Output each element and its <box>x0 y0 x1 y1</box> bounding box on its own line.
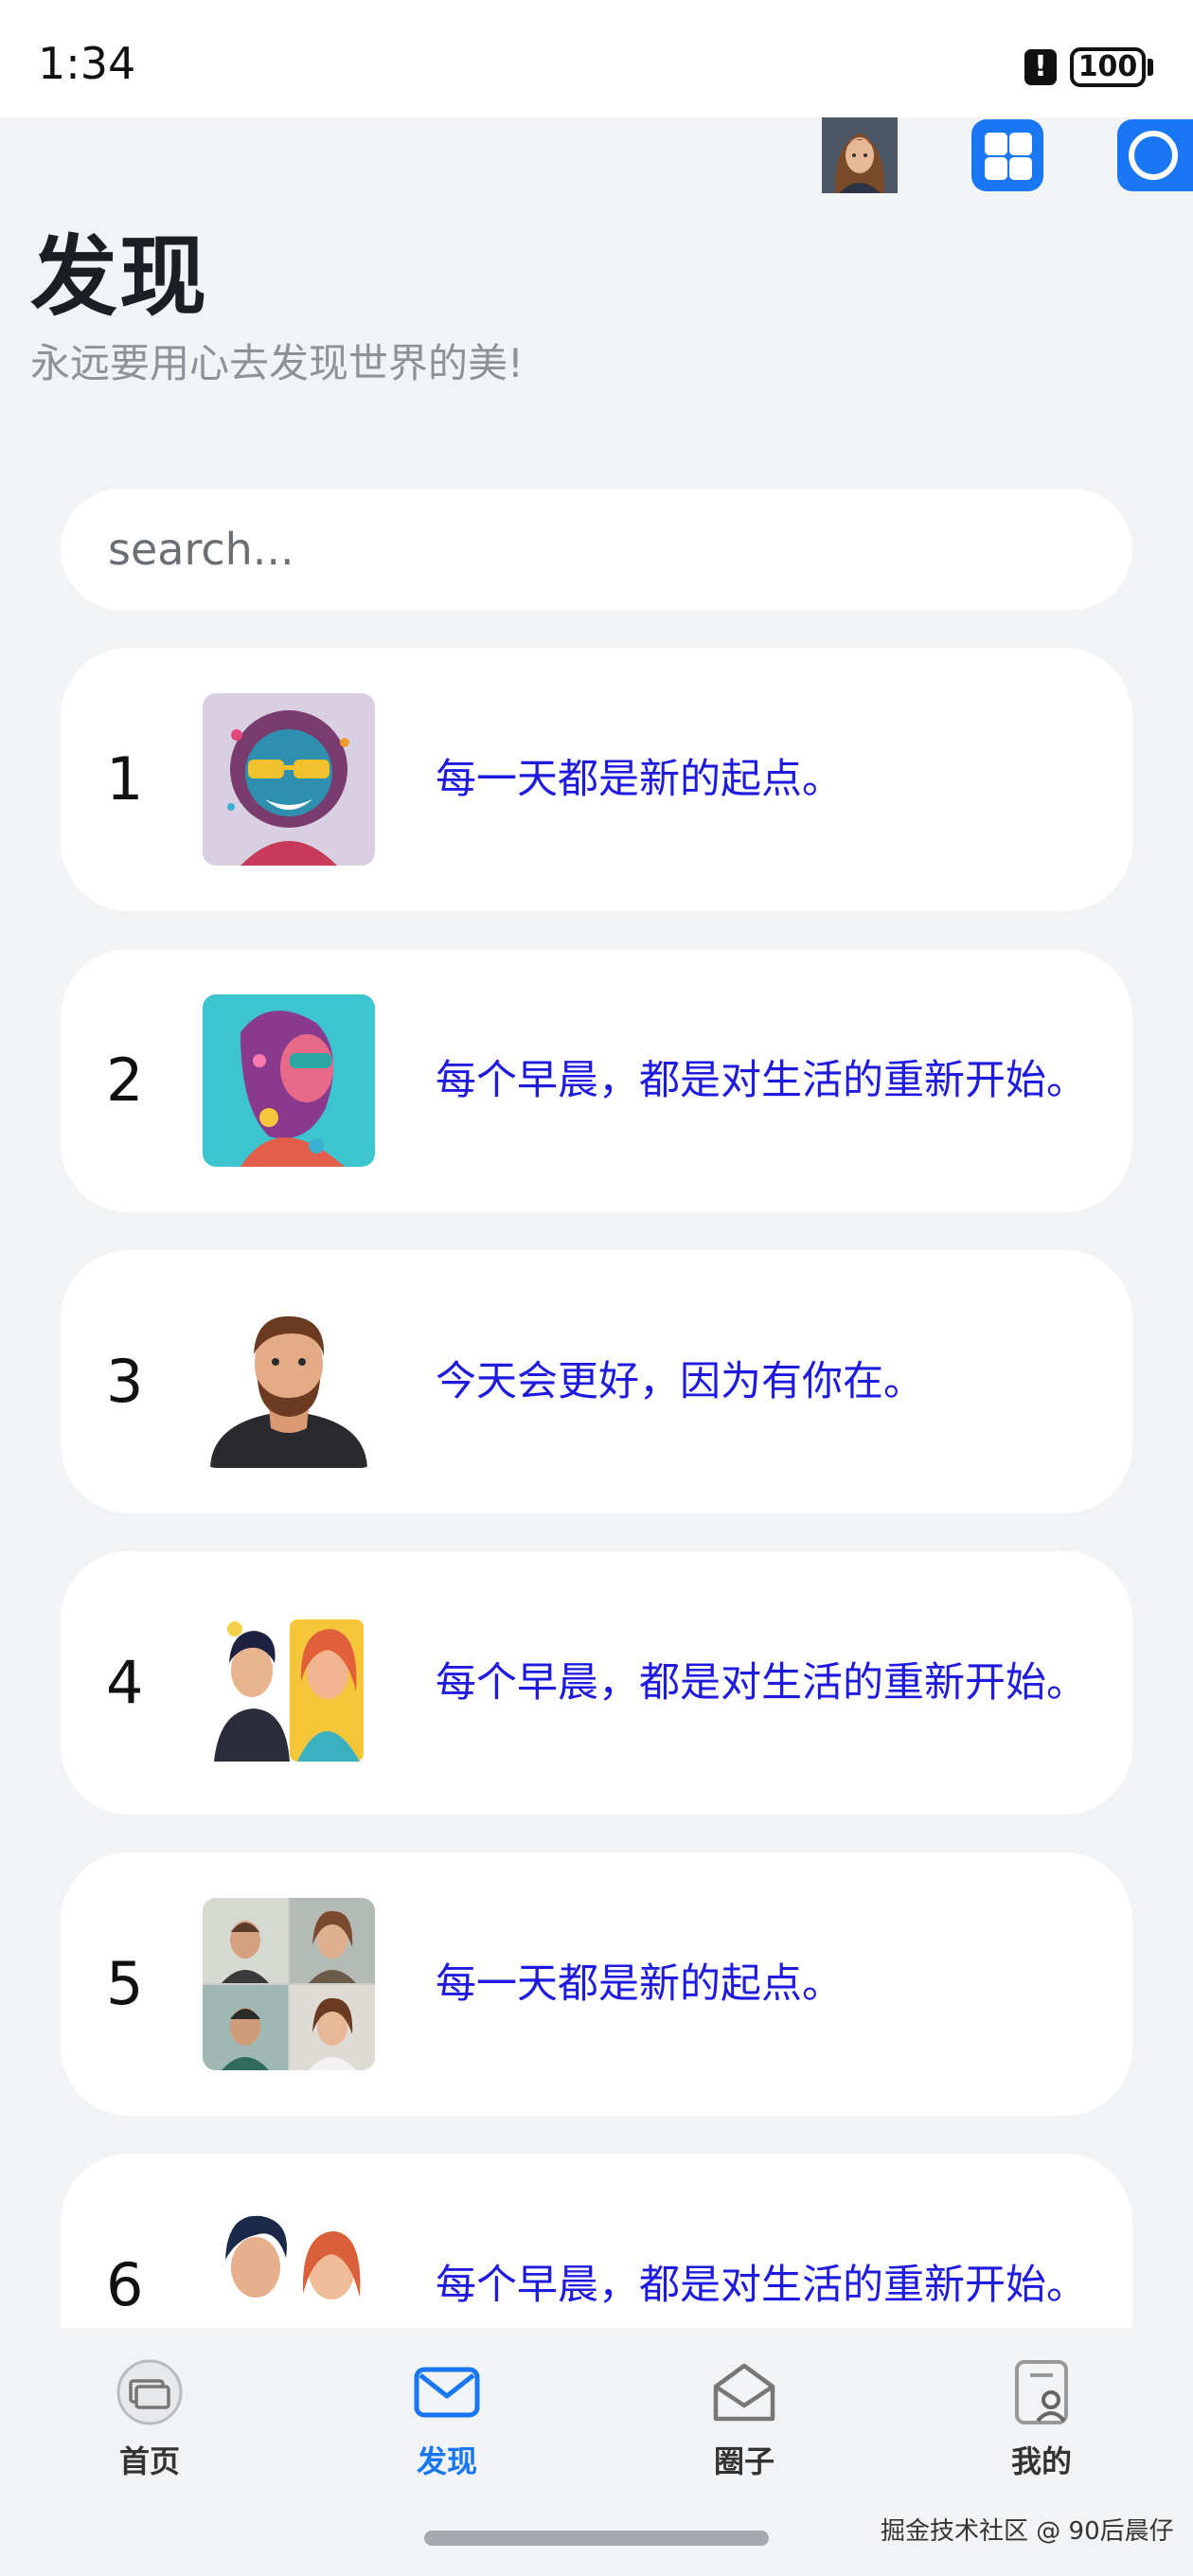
quote-text: 每一天都是新的起点。 <box>436 756 843 803</box>
quote-text: 每个早晨，都是对生活的重新开始。 <box>436 2262 1087 2309</box>
search-input[interactable] <box>108 489 1083 610</box>
nav-label: 首页 <box>118 2443 180 2479</box>
list-item[interactable]: 2 每个早晨，都是对生活的重新开始。 <box>61 949 1132 1212</box>
avatar-image <box>822 117 898 193</box>
page-title: 发现 <box>30 226 209 328</box>
nav-item-circle[interactable]: 圈子 <box>668 2358 820 2481</box>
couple-cartoon-avatar <box>203 1597 375 1769</box>
search-box[interactable] <box>61 489 1132 610</box>
open-envelope-icon <box>713 2363 775 2422</box>
list-item[interactable]: 3 今天会更好，因为有你在。 <box>61 1250 1132 1513</box>
grid-icon[interactable] <box>971 119 1043 191</box>
four-avatars-grid <box>203 1898 375 2070</box>
nav-item-home[interactable]: 首页 <box>74 2358 225 2481</box>
couple-avatar <box>203 2199 375 2328</box>
item-number: 4 <box>106 1648 144 1717</box>
colorful-portrait-avatar <box>203 994 375 1167</box>
watermark: 掘金技术社区 @ 90后晨仔 <box>881 2517 1174 2546</box>
quote-text: 每一天都是新的起点。 <box>436 1960 843 2008</box>
quote-list[interactable]: 1 每一天都是新的起点。 2 每个早晨，都是对生活的重新开始。 3 今天会更好，… <box>0 644 1193 2328</box>
quote-text: 每个早晨，都是对生活的重新开始。 <box>436 1057 1087 1104</box>
item-number: 3 <box>106 1347 144 1416</box>
list-item[interactable]: 4 每个早晨，都是对生活的重新开始。 <box>61 1551 1132 1815</box>
home-tv-icon <box>116 2359 183 2425</box>
circle-icon[interactable] <box>1117 119 1193 191</box>
item-number: 5 <box>106 1949 144 2018</box>
colorful-face-glasses-avatar <box>203 693 375 866</box>
status-time: 1:34 <box>38 38 136 89</box>
battery-icon: 100 <box>1070 47 1146 87</box>
nav-item-discover[interactable]: 发现 <box>371 2358 523 2481</box>
battery-tip <box>1148 59 1153 76</box>
nav-label: 圈子 <box>713 2443 775 2479</box>
nav-label: 我的 <box>1010 2443 1072 2479</box>
mail-icon <box>414 2367 480 2418</box>
alert-icon: ! <box>1024 49 1057 85</box>
quote-text: 今天会更好，因为有你在。 <box>436 1358 924 1405</box>
page-subtitle: 永远要用心去发现世界的美! <box>30 340 524 386</box>
list-item[interactable]: 5 每一天都是新的起点。 <box>61 1852 1132 2116</box>
status-bar: 1:34 ! 100 <box>0 0 1193 117</box>
list-item[interactable]: 1 每一天都是新的起点。 <box>61 648 1132 911</box>
nav-item-mine[interactable]: 我的 <box>966 2358 1117 2481</box>
bearded-man-avatar <box>203 1296 375 1468</box>
item-number: 2 <box>106 1046 144 1115</box>
list-item[interactable]: 6 每个早晨，都是对生活的重新开始。 <box>61 2154 1132 2328</box>
home-indicator[interactable] <box>424 2531 769 2546</box>
nav-label: 发现 <box>416 2443 477 2479</box>
avatar[interactable] <box>822 117 898 193</box>
quote-text: 每个早晨，都是对生活的重新开始。 <box>436 1659 1087 1707</box>
item-number: 1 <box>106 744 144 814</box>
item-number: 6 <box>106 2250 144 2319</box>
profile-card-icon <box>1015 2360 1068 2424</box>
